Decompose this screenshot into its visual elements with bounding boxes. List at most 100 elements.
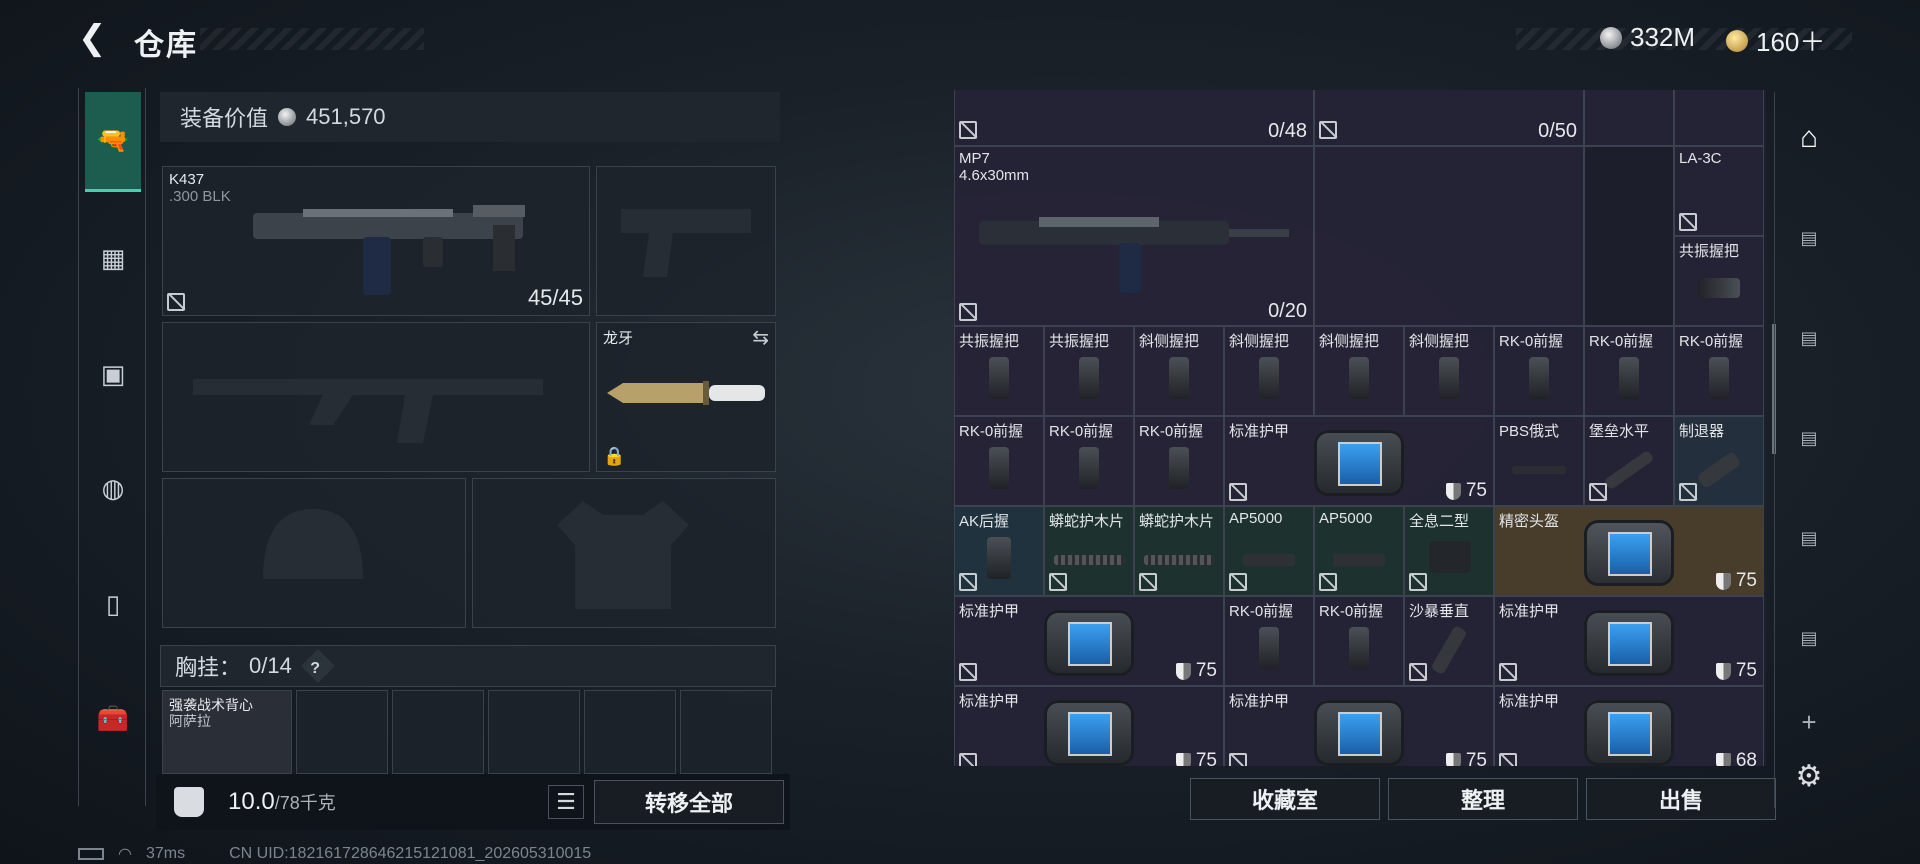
rail-item[interactable]: 蟒蛇护木片: [1134, 506, 1224, 596]
muzzle-item[interactable]: 堡垒水平: [1584, 416, 1674, 506]
collection-room-button[interactable]: 收藏室: [1190, 778, 1380, 820]
rifle-image: [253, 205, 525, 295]
chest-rig-label: 胸挂：: [175, 655, 242, 680]
armor-item[interactable]: 标准护甲 75: [1494, 596, 1764, 686]
armor-item[interactable]: 标准护甲 75: [1224, 416, 1494, 506]
muzzle-item[interactable]: 制退器: [1674, 416, 1764, 506]
helmet-slot-empty[interactable]: [162, 478, 466, 628]
list-icon[interactable]: ☰: [548, 785, 584, 819]
nav-weapons[interactable]: 🔫: [85, 92, 141, 192]
primary-weapon-slot[interactable]: K437 .300 BLK 45/45: [162, 166, 590, 316]
nav-pouch[interactable]: ◍: [85, 438, 141, 538]
muzzle-item[interactable]: PBS俄式: [1494, 416, 1584, 506]
grip-icon: [987, 537, 1011, 580]
chest-slot[interactable]: [680, 690, 772, 774]
grip-item[interactable]: 共振握把: [1044, 326, 1134, 416]
storage-page-4a-icon[interactable]: ▤: [1783, 212, 1835, 264]
grid-item[interactable]: [1674, 90, 1764, 146]
chest-rig-item[interactable]: 强袭战术背心 阿萨拉: [162, 690, 292, 774]
item-label: 共振握把: [1679, 243, 1740, 260]
empty-cell[interactable]: [1584, 146, 1674, 326]
nav-vest[interactable]: ▦: [85, 208, 141, 308]
smg-image: [979, 217, 1289, 293]
armor-level: 75: [1445, 750, 1487, 766]
grip-item[interactable]: 共振握把: [954, 326, 1044, 416]
chest-slot[interactable]: [488, 690, 580, 774]
armor-value: 75: [1195, 660, 1217, 681]
grid-item[interactable]: 0/48: [954, 90, 1314, 146]
grip-item[interactable]: RK-0前握: [1314, 596, 1404, 686]
secondary-weapon-slot-empty[interactable]: [162, 322, 590, 472]
sort-button[interactable]: 整理: [1388, 778, 1578, 820]
nav-toolbox[interactable]: 🧰: [85, 668, 141, 768]
swap-icon[interactable]: ⇆: [752, 325, 769, 350]
sight-item[interactable]: 全息二型: [1404, 506, 1494, 596]
add-page-icon[interactable]: +: [1783, 696, 1835, 748]
armor-item[interactable]: 标准护甲 68: [1494, 686, 1764, 766]
storage-page-5-icon[interactable]: ▤: [1783, 412, 1835, 464]
scope-item[interactable]: AP5000: [1224, 506, 1314, 596]
item-label: 共振握把: [1049, 333, 1110, 350]
no-insure-icon: [1499, 663, 1517, 681]
help-icon[interactable]: ?: [300, 649, 335, 683]
suppressor-icon: [1603, 449, 1655, 491]
no-insure-icon: [1679, 483, 1697, 501]
shield-icon: [1445, 482, 1461, 500]
grip-item[interactable]: RK-0前握: [1674, 326, 1764, 416]
grip-item[interactable]: 斜侧握把: [1404, 326, 1494, 416]
mp7-item[interactable]: MP7 4.6x30mm 0/20: [954, 146, 1314, 326]
sell-button[interactable]: 出售: [1586, 778, 1776, 820]
armor-item[interactable]: 标准护甲 75: [954, 596, 1224, 686]
rail-item[interactable]: 蟒蛇护木片: [1044, 506, 1134, 596]
grip-item[interactable]: 斜侧握把: [1134, 326, 1224, 416]
shield-icon: [1715, 572, 1731, 590]
grip-item[interactable]: 沙暴垂直: [1404, 596, 1494, 686]
armor-item[interactable]: 标准护甲 75: [954, 686, 1224, 766]
container-icon: ▯: [105, 588, 121, 619]
grip-item[interactable]: RK-0前握: [954, 416, 1044, 506]
grip-item[interactable]: RK-0前握: [1584, 326, 1674, 416]
grip-item[interactable]: 斜侧握把: [1314, 326, 1404, 416]
la3c-item[interactable]: LA-3C: [1674, 146, 1764, 236]
empty-cell[interactable]: [1314, 146, 1584, 326]
pistol-slot-empty[interactable]: [596, 166, 776, 316]
lock-icon: 🔒: [603, 446, 626, 466]
gear-icon[interactable]: ⚙: [1783, 750, 1835, 802]
rail-icon: [1054, 554, 1124, 565]
item-count: 0/48: [1268, 120, 1307, 142]
storage-page-3-icon[interactable]: ▤: [1783, 612, 1835, 664]
warehouse-icon[interactable]: ⌂: [1783, 112, 1835, 164]
chest-slot[interactable]: [296, 690, 388, 774]
grid-item[interactable]: [1584, 90, 1674, 146]
transfer-all-button[interactable]: 转移全部: [594, 780, 784, 824]
grip-item[interactable]: 斜侧握把: [1224, 326, 1314, 416]
silver-coin-icon: [1600, 26, 1622, 49]
item-label: 标准护甲: [1499, 603, 1560, 620]
armor-item[interactable]: 标准护甲 75: [1224, 686, 1494, 766]
armor-icon: [1314, 429, 1404, 496]
currency-gold[interactable]: 160＋: [1726, 22, 1825, 59]
chest-rig-bar: 胸挂： 0/14 ?: [160, 645, 776, 687]
chest-slot[interactable]: [392, 690, 484, 774]
back-button[interactable]: ❮: [78, 20, 114, 56]
armor-slot-empty[interactable]: [472, 478, 776, 628]
grip-icon: [989, 447, 1009, 490]
nav-container[interactable]: ▯: [85, 554, 141, 654]
grid-item[interactable]: 0/50: [1314, 90, 1584, 146]
melee-slot[interactable]: 龙牙 ⇆ 🔒: [596, 322, 776, 472]
grip-item[interactable]: AK后握: [954, 506, 1044, 596]
helmet-item[interactable]: 精密头盔 75: [1494, 506, 1764, 596]
nav-backpack[interactable]: ▣: [85, 324, 141, 424]
scope-item[interactable]: AP5000: [1314, 506, 1404, 596]
wifi-icon: ◠: [118, 846, 132, 863]
grip-item[interactable]: 共振握把: [1674, 236, 1764, 326]
grip-item[interactable]: RK-0前握: [1224, 596, 1314, 686]
currency-silver: 332M: [1600, 22, 1695, 53]
chest-slot[interactable]: [584, 690, 676, 774]
storage-page-4c-icon[interactable]: ▤: [1783, 512, 1835, 564]
grip-item[interactable]: RK-0前握: [1044, 416, 1134, 506]
grip-item[interactable]: RK-0前握: [1494, 326, 1584, 416]
grip-item[interactable]: RK-0前握: [1134, 416, 1224, 506]
storage-page-4b-icon[interactable]: ▤: [1783, 312, 1835, 364]
item-label: RK-0前握: [1319, 603, 1384, 620]
